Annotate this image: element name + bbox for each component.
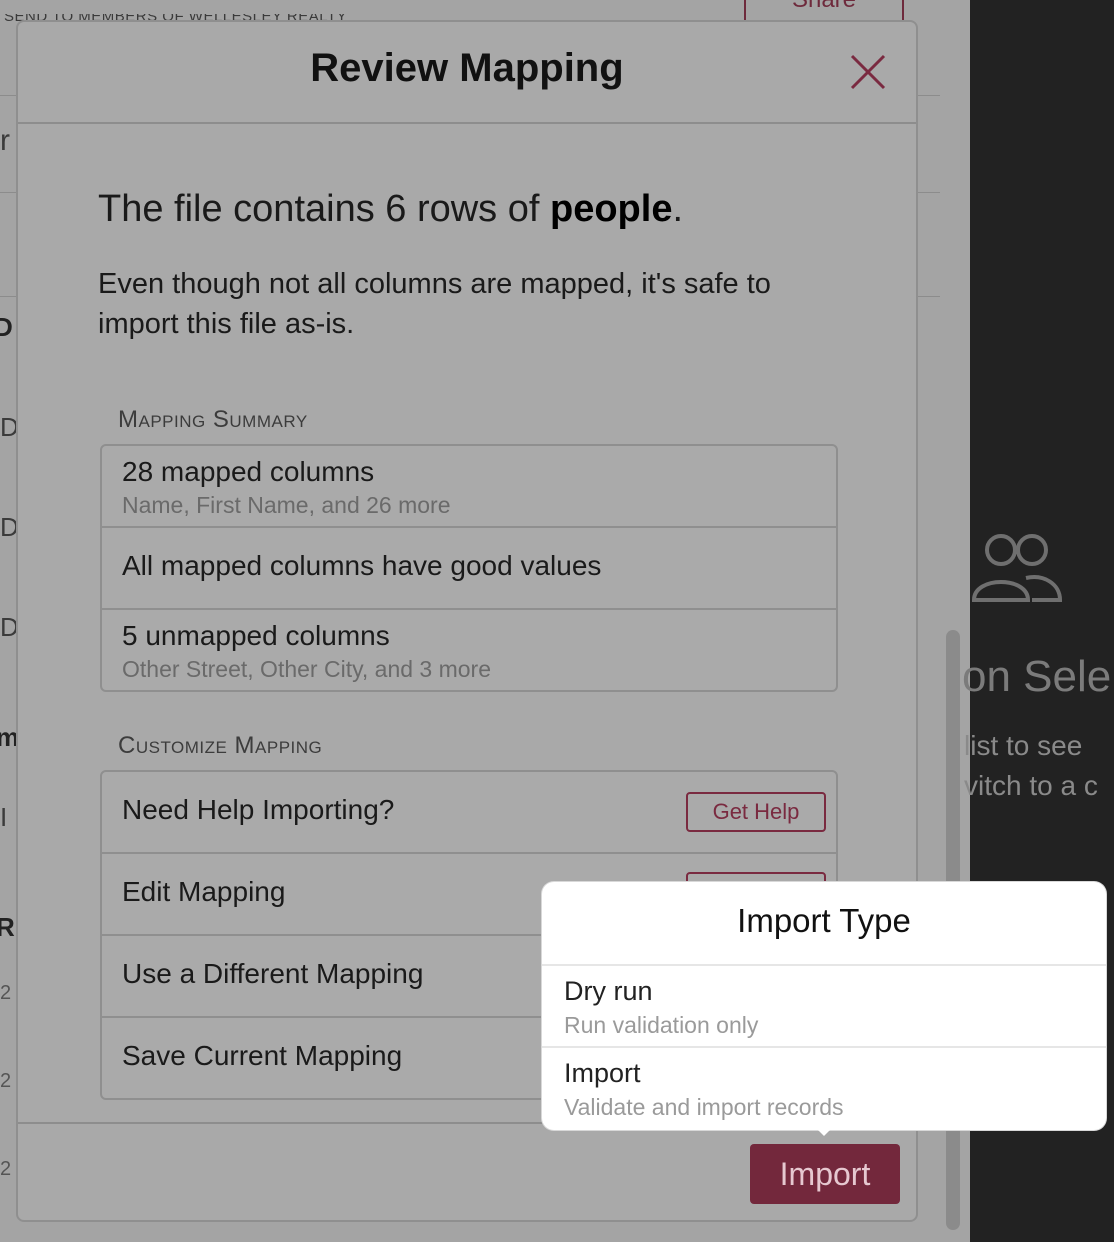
list-item[interactable]: All mapped columns have good values bbox=[102, 528, 836, 610]
list-item-label: Edit Mapping bbox=[122, 876, 286, 907]
background-fragment: r bbox=[0, 124, 10, 157]
popover-title: Import Type bbox=[737, 902, 911, 939]
option-description: Validate and import records bbox=[564, 1094, 844, 1120]
list-item-subtitle: Other Street, Other City, and 3 more bbox=[122, 656, 491, 682]
list-item-subtitle: Name, First Name, and 26 more bbox=[122, 492, 451, 518]
background-right-text: list to see bbox=[964, 730, 1083, 761]
mapping-summary-heading: Mapping Summary bbox=[118, 406, 308, 433]
option-description: Run validation only bbox=[564, 1012, 759, 1038]
list-item[interactable]: 28 mapped columns Name, First Name, and … bbox=[102, 446, 836, 528]
background-fragment: D bbox=[0, 312, 13, 342]
people-icon bbox=[971, 534, 1063, 602]
dry-run-option[interactable]: Dry run Run validation only bbox=[542, 966, 1106, 1046]
background-fragment: I bbox=[0, 802, 8, 832]
list-item-title: 5 unmapped columns bbox=[122, 620, 390, 651]
option-label: Import bbox=[564, 1058, 641, 1088]
import-option[interactable]: Import Validate and import records bbox=[542, 1048, 1106, 1128]
modal-header: Review Mapping bbox=[18, 22, 916, 124]
customize-mapping-heading: Customize Mapping bbox=[118, 732, 323, 759]
file-summary: The file contains 6 rows of people. bbox=[98, 188, 684, 230]
background-fragment: R bbox=[0, 912, 15, 942]
list-item-need-help[interactable]: Need Help Importing? Get Help bbox=[102, 772, 836, 854]
modal-footer: Import bbox=[18, 1122, 916, 1220]
import-type-popover: Import Type Dry run Run validation only … bbox=[542, 882, 1106, 1130]
import-button[interactable]: Import bbox=[750, 1144, 900, 1204]
background-right-heading: on Sele bbox=[962, 652, 1112, 701]
background-fragment: 2 bbox=[0, 982, 12, 1004]
close-icon[interactable] bbox=[848, 52, 888, 92]
get-help-button[interactable]: Get Help bbox=[686, 792, 826, 832]
list-item-title: All mapped columns have good values bbox=[122, 550, 602, 581]
modal-title: Review Mapping bbox=[310, 46, 624, 90]
list-item-label: Save Current Mapping bbox=[122, 1040, 403, 1071]
background-right-text: vitch to a c bbox=[964, 770, 1098, 801]
list-item[interactable]: 5 unmapped columns Other Street, Other C… bbox=[102, 610, 836, 690]
list-item-label: Use a Different Mapping bbox=[122, 958, 424, 989]
popover-arrow bbox=[812, 1124, 836, 1136]
list-item-label: Need Help Importing? bbox=[122, 794, 395, 825]
background-fragment: 2 bbox=[0, 1070, 12, 1092]
option-label: Dry run bbox=[564, 976, 653, 1006]
list-item-title: 28 mapped columns bbox=[122, 456, 375, 487]
safe-import-message: Even though not all columns are mapped, … bbox=[98, 268, 771, 340]
mapping-summary-list: 28 mapped columns Name, First Name, and … bbox=[100, 444, 838, 692]
background-fragment: 2 bbox=[0, 1158, 12, 1180]
